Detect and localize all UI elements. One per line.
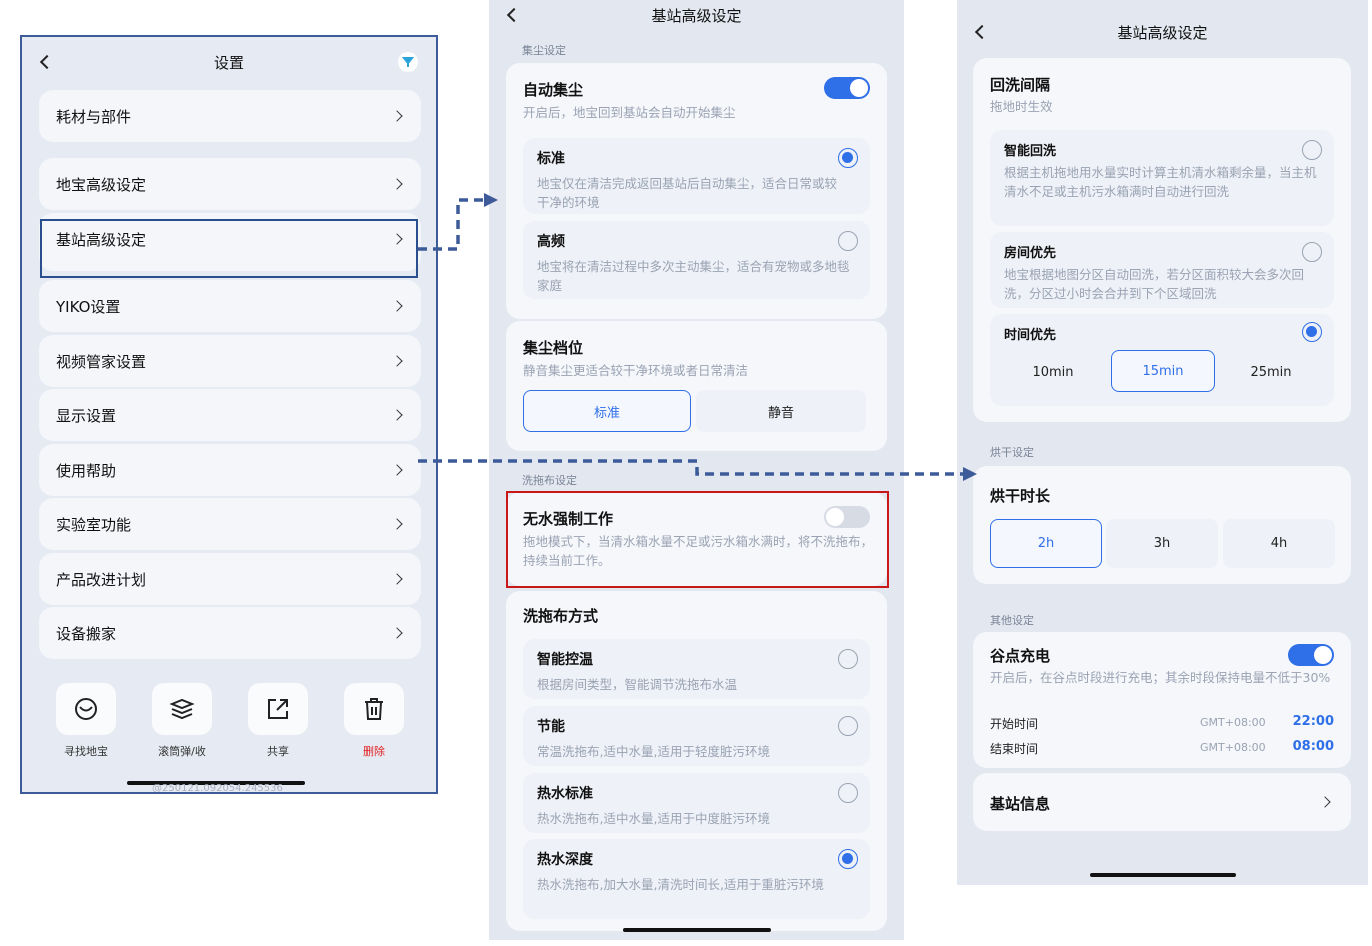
arrow-to-right-screen bbox=[418, 459, 963, 476]
flow-arrows bbox=[418, 193, 977, 481]
arrowhead-2 bbox=[963, 467, 977, 481]
arrowhead-1 bbox=[484, 193, 498, 207]
arrow-to-station-screen bbox=[418, 198, 484, 251]
